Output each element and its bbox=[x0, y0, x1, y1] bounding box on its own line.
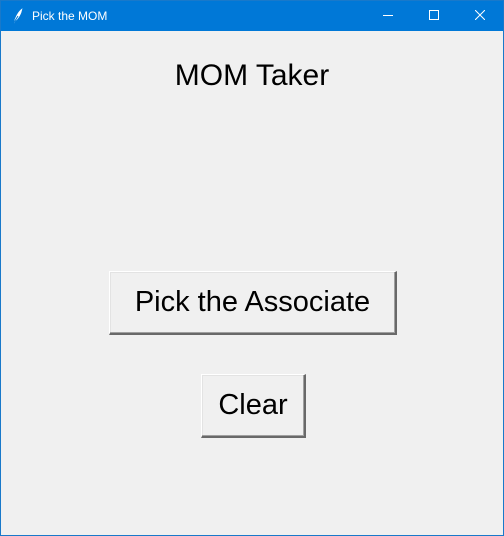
maximize-icon bbox=[429, 7, 439, 25]
app-heading: MOM Taker bbox=[174, 59, 330, 92]
clear-button[interactable]: Clear bbox=[201, 374, 306, 438]
title-bar[interactable]: Pick the MOM bbox=[1, 1, 503, 31]
close-button[interactable] bbox=[457, 1, 503, 31]
close-icon bbox=[474, 7, 486, 25]
app-window: Pick the MOM MOM Taker Pick the Associat… bbox=[0, 0, 504, 536]
pick-associate-button[interactable]: Pick the Associate bbox=[109, 271, 397, 335]
minimize-icon bbox=[383, 7, 393, 25]
maximize-button[interactable] bbox=[411, 1, 457, 31]
client-area: MOM Taker Pick the Associate Clear bbox=[1, 31, 503, 535]
minimize-button[interactable] bbox=[365, 1, 411, 31]
window-title: Pick the MOM bbox=[32, 9, 108, 23]
feather-icon[interactable] bbox=[10, 7, 26, 25]
